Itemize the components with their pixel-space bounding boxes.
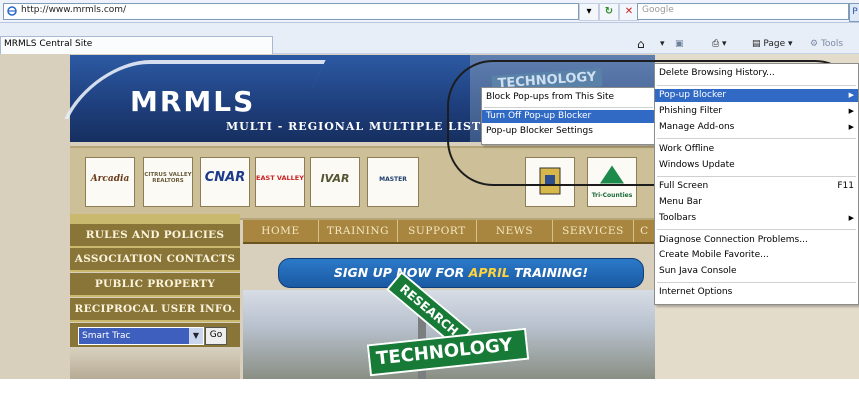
left-nav-top-border bbox=[70, 214, 240, 224]
search-input[interactable]: Google bbox=[637, 3, 849, 20]
house-photo bbox=[70, 347, 240, 379]
print-icon[interactable]: ⎙ ▾ bbox=[712, 36, 727, 52]
menu-item-sun-java-console[interactable]: Sun Java Console bbox=[655, 265, 858, 278]
association-logo-citrus-valley[interactable]: CITRUS VALLEY REALTORS bbox=[143, 157, 193, 207]
submenu-arrow-icon: ▶ bbox=[848, 91, 854, 99]
home-icon[interactable]: ⌂ bbox=[637, 36, 645, 52]
menu-item-delete-browsing-history[interactable]: Delete Browsing History... bbox=[655, 67, 858, 80]
menu-item-toolbars[interactable]: Toolbars ▶ bbox=[655, 212, 858, 225]
site-logo[interactable]: MRMLS bbox=[130, 85, 255, 118]
quick-link-value: Smart Trac bbox=[82, 331, 131, 341]
feeds-icon[interactable]: ▣ bbox=[675, 36, 684, 52]
search-icon[interactable]: P bbox=[849, 3, 859, 22]
stop-icon[interactable]: ✕ bbox=[619, 3, 639, 21]
address-bar[interactable]: http://www.mrmls.com/ bbox=[3, 3, 579, 20]
home-dropdown-icon[interactable]: ▾ bbox=[660, 36, 665, 52]
nav-association-contacts[interactable]: ASSOCIATION CONTACTS bbox=[70, 248, 240, 272]
nav-training[interactable]: TRAINING bbox=[319, 220, 398, 242]
search-placeholder: Google bbox=[642, 5, 674, 15]
chevron-down-icon: ▼ bbox=[189, 328, 203, 344]
association-logo-master[interactable]: MASTER bbox=[367, 157, 419, 207]
signup-banner[interactable]: SIGN UP NOW FOR APRIL TRAINING! bbox=[278, 258, 644, 288]
tools-menu-button[interactable]: ⚙ Tools bbox=[810, 36, 843, 52]
menu-item-internet-options[interactable]: Internet Options bbox=[655, 286, 858, 299]
menu-item-work-offline[interactable]: Work Offline bbox=[655, 143, 858, 156]
go-button[interactable]: Go bbox=[205, 327, 227, 345]
nav-contact[interactable]: C bbox=[634, 220, 655, 242]
ie-page-icon bbox=[7, 6, 17, 16]
popup-blocker-submenu: Block Pop-ups from This Site Turn Off Po… bbox=[481, 87, 656, 145]
association-logo-east-valley[interactable]: EAST VALLEY bbox=[255, 157, 305, 207]
menu-item-manage-add-ons[interactable]: Manage Add-ons ▶ bbox=[655, 121, 858, 134]
menu-item-popup-blocker-settings[interactable]: Pop-up Blocker Settings bbox=[482, 125, 655, 138]
submenu-arrow-icon: ▶ bbox=[848, 107, 854, 115]
tab-mrmls[interactable]: MRMLS Central Site bbox=[0, 36, 273, 54]
address-dropdown-icon[interactable]: ▾ bbox=[579, 3, 599, 21]
full-screen-shortcut: F11 bbox=[837, 181, 854, 191]
menu-item-windows-update[interactable]: Windows Update bbox=[655, 159, 858, 172]
nav-services[interactable]: SERVICES bbox=[553, 220, 634, 242]
association-logo-cnar[interactable]: CNAR bbox=[200, 157, 250, 207]
page-menu-button[interactable]: ▤ Page ▾ bbox=[752, 36, 793, 52]
nav-public-property-search[interactable]: PUBLIC PROPERTY SEARCH bbox=[70, 273, 240, 312]
menu-item-create-mobile-favorite[interactable]: Create Mobile Favorite... bbox=[655, 249, 858, 262]
menu-item-full-screen[interactable]: Full Screen F11 bbox=[655, 180, 858, 193]
nav-support[interactable]: SUPPORT bbox=[398, 220, 477, 242]
address-text: http://www.mrmls.com/ bbox=[21, 5, 127, 15]
menu-item-block-popups[interactable]: Block Pop-ups from This Site bbox=[482, 91, 655, 104]
nav-news[interactable]: NEWS bbox=[477, 220, 553, 242]
tab-title: MRMLS Central Site bbox=[4, 39, 93, 49]
nav-rules-and-policies[interactable]: RULES AND POLICIES bbox=[70, 224, 240, 248]
menu-item-turn-off-popup-blocker[interactable]: Turn Off Pop-up Blocker bbox=[482, 110, 655, 123]
tools-menu: Delete Browsing History... Pop-up Blocke… bbox=[654, 63, 859, 305]
menu-item-menu-bar[interactable]: Menu Bar bbox=[655, 196, 858, 209]
nav-reciprocal-user-info[interactable]: RECIPROCAL USER INFO. bbox=[70, 298, 240, 322]
menu-item-diagnose-connection[interactable]: Diagnose Connection Problems... bbox=[655, 234, 858, 247]
nav-home[interactable]: HOME bbox=[243, 220, 319, 242]
quick-link-select[interactable]: Smart Trac ▼ bbox=[78, 327, 204, 345]
association-logo-arcadia[interactable]: Arcadia bbox=[85, 157, 135, 207]
submenu-arrow-icon: ▶ bbox=[848, 123, 854, 131]
association-logo-ivar[interactable]: IVAR bbox=[310, 157, 360, 207]
menu-item-phishing-filter[interactable]: Phishing Filter ▶ bbox=[655, 105, 858, 118]
refresh-icon[interactable]: ↻ bbox=[599, 3, 619, 21]
submenu-arrow-icon: ▶ bbox=[848, 214, 854, 222]
menu-item-popup-blocker[interactable]: Pop-up Blocker ▶ bbox=[655, 89, 858, 102]
